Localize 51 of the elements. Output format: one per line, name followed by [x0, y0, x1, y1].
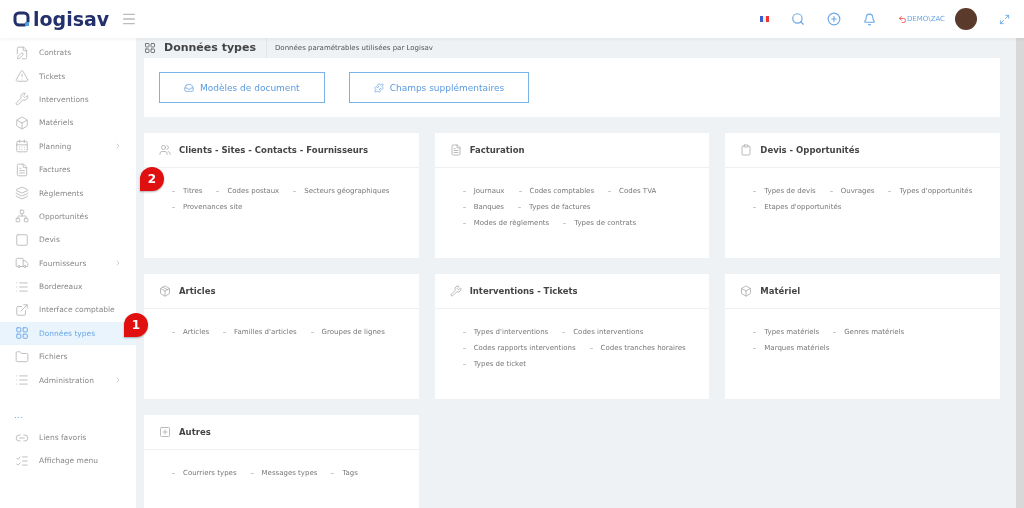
step-marker: 1	[124, 312, 148, 337]
grid-icon	[144, 42, 156, 54]
calendar-icon	[15, 139, 29, 154]
flag-icon[interactable]	[759, 16, 769, 22]
search-icon[interactable]	[790, 12, 805, 26]
cube-icon	[740, 285, 753, 297]
bell-icon[interactable]	[862, 12, 876, 26]
step-marker: 2	[140, 167, 164, 191]
wrench-icon	[15, 92, 29, 107]
list-icon	[15, 279, 29, 294]
document-icon	[449, 144, 462, 156]
chevron-icon	[114, 142, 122, 151]
expand-icon[interactable]	[999, 13, 1010, 25]
network-icon	[15, 209, 29, 224]
more-menu[interactable]: ...	[0, 391, 136, 426]
users-icon	[159, 144, 171, 156]
document-edit-icon	[15, 45, 29, 60]
folder-icon	[15, 349, 29, 364]
logo-icon	[13, 10, 31, 28]
cube-icon	[15, 115, 29, 130]
document-button[interactable]: Modèles de document	[159, 72, 325, 103]
card-title: Facturation	[469, 145, 525, 155]
list-icon	[15, 373, 29, 388]
card-title: Articles	[179, 286, 216, 296]
chevron-icon	[114, 259, 122, 268]
truck-icon	[15, 256, 29, 271]
checklist-icon	[15, 453, 29, 468]
puzzle-icon	[373, 82, 384, 93]
document-button[interactable]: Champs supplémentaires	[348, 72, 530, 103]
package-icon	[159, 285, 171, 297]
card-title: Matériel	[760, 286, 801, 296]
undo-icon[interactable]	[897, 14, 907, 24]
clipboard-icon	[740, 144, 753, 156]
stack-icon	[15, 186, 29, 201]
external-link-icon	[15, 303, 29, 317]
add-icon[interactable]	[826, 12, 841, 26]
warning-icon	[15, 69, 29, 84]
document-icon	[15, 162, 29, 177]
inbox-icon	[184, 82, 194, 93]
grid-icon	[15, 326, 29, 341]
chevron-icon	[114, 376, 122, 385]
card-title: Interventions - Tickets	[469, 286, 578, 296]
brand-name: logisav	[33, 8, 110, 30]
wrench-icon	[449, 285, 462, 297]
card-title: Clients - Sites - Contacts - Fournisseurs	[179, 145, 369, 155]
plus-square-icon	[159, 426, 171, 438]
card-title: Autres	[179, 427, 211, 437]
square-icon	[15, 232, 29, 247]
menu-icon[interactable]	[121, 11, 138, 27]
card-title: Devis - Opportunités	[760, 145, 860, 155]
avatar[interactable]	[955, 8, 977, 30]
